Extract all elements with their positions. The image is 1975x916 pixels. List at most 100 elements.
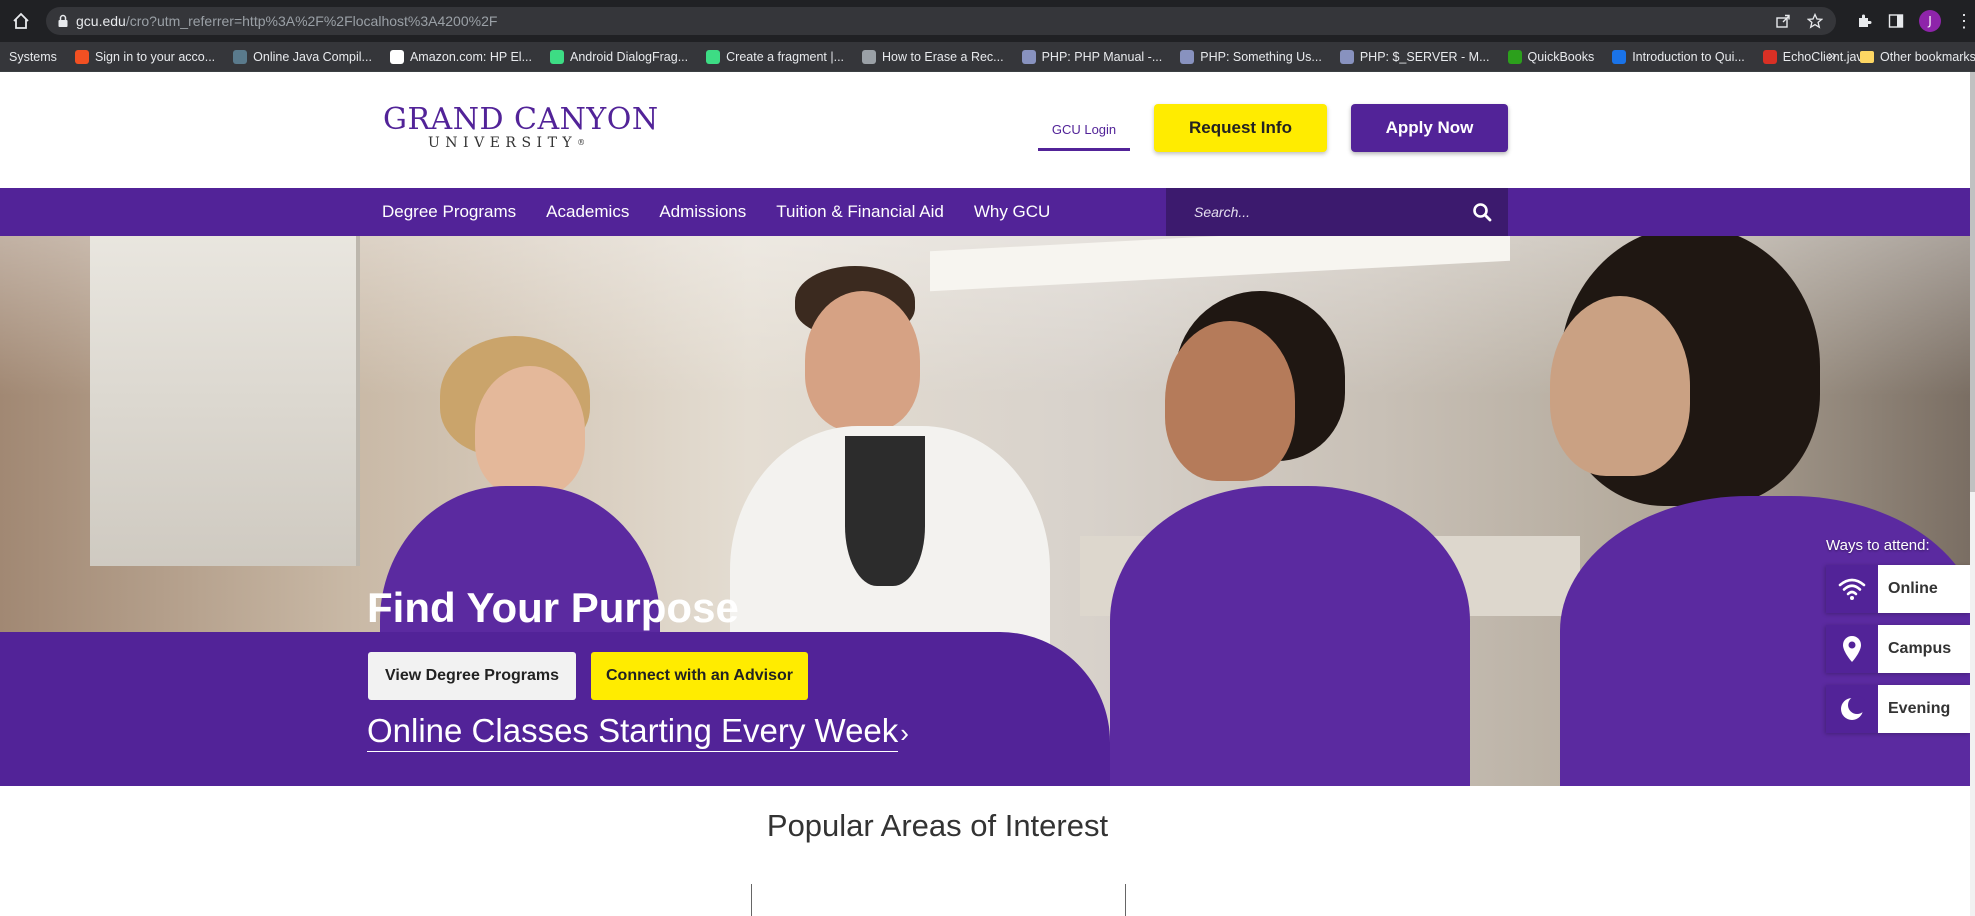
logo-university: UNIVERSITY — [428, 135, 578, 151]
home-icon[interactable] — [10, 10, 32, 32]
oracle-icon — [1762, 50, 1777, 64]
php-icon — [1180, 50, 1195, 64]
hero-person-face — [1165, 321, 1295, 481]
hero-banner: Find Your Purpose View Degree Programs C… — [0, 236, 1970, 786]
bookmark-label: Introduction to Qui... — [1632, 50, 1745, 64]
bookmark-item[interactable]: Sign in to your acco... — [66, 42, 224, 72]
nav-item[interactable]: Academics — [546, 202, 629, 222]
attend-online-label: Online — [1888, 580, 1938, 597]
globe-icon — [862, 50, 877, 64]
bookmark-item[interactable]: Create a fragment |... — [697, 42, 853, 72]
hero-person-face — [1550, 296, 1690, 476]
browser-toolbar: gcu.edu/cro?utm_referrer=http%3A%2F%2Flo… — [0, 0, 1975, 42]
other-bookmarks-label: Other bookmarks — [1880, 50, 1975, 64]
bookmark-item[interactable]: How to Erase a Rec... — [853, 42, 1013, 72]
share-icon[interactable] — [1774, 12, 1792, 30]
nav-item[interactable]: Why GCU — [974, 202, 1051, 222]
bookmark-item[interactable]: PHP: $_SERVER - M... — [1331, 42, 1499, 72]
bookmark-label: Android DialogFrag... — [570, 50, 689, 64]
amazon-icon — [389, 50, 404, 64]
bookmark-item[interactable]: Introduction to Qui... — [1603, 42, 1754, 72]
url-domain: gcu.edu — [76, 13, 126, 29]
logo-reg: ® — [577, 138, 586, 147]
side-panel-icon[interactable] — [1887, 12, 1905, 30]
bookmark-label: PHP: Something Us... — [1200, 50, 1322, 64]
bookmark-item[interactable]: Systems — [0, 42, 66, 72]
attend-campus-label: Campus — [1888, 640, 1952, 657]
menu-dots-icon[interactable]: ⋮ — [1955, 12, 1973, 30]
php-icon — [1339, 50, 1354, 64]
gcu-logo[interactable]: GRAND CANYON UNIVERSITY® — [383, 102, 659, 151]
search-icon[interactable] — [1472, 202, 1492, 222]
android-dev-icon — [550, 50, 564, 64]
extensions-icon[interactable] — [1855, 12, 1873, 30]
hero-person-face — [475, 366, 585, 496]
page: GRAND CANYON UNIVERSITY® GCU Login Reque… — [0, 72, 1975, 916]
request-info-button[interactable]: Request Info — [1154, 104, 1327, 152]
microsoft-icon — [74, 50, 89, 64]
gcu-login-link[interactable]: GCU Login — [1038, 117, 1130, 151]
logo-main-text: GRAND CANYON — [383, 102, 659, 137]
hero-title: Find Your Purpose — [367, 584, 739, 631]
search-box — [1166, 188, 1508, 236]
attend-online-button[interactable]: Online — [1826, 565, 1970, 613]
bookmark-label: EchoClient.java — [1782, 50, 1870, 64]
profile-avatar[interactable]: J — [1919, 10, 1941, 32]
attend-campus-button[interactable]: Campus — [1826, 625, 1970, 673]
url-path: /cro?utm_referrer=http%3A%2F%2Flocalhost… — [125, 13, 498, 29]
bookmark-item[interactable]: PHP: PHP Manual -... — [1013, 42, 1172, 72]
nav-item[interactable]: Degree Programs — [382, 202, 516, 222]
ways-to-attend-label: Ways to attend: — [1826, 537, 1930, 554]
android-icon — [706, 50, 721, 64]
section-divider — [1125, 884, 1126, 916]
bookmark-star-icon[interactable] — [1806, 12, 1824, 30]
bookmark-item[interactable]: Android DialogFrag... — [541, 42, 697, 72]
bookmark-item[interactable]: PHP: Something Us... — [1171, 42, 1331, 72]
bookmark-item[interactable]: Online Java Compil... — [224, 42, 381, 72]
bookmark-label: QuickBooks — [1527, 50, 1595, 64]
apply-now-button[interactable]: Apply Now — [1351, 104, 1508, 152]
quill-icon — [1612, 50, 1627, 64]
hero-person-face — [805, 291, 920, 431]
bookmark-label: Create a fragment |... — [726, 50, 845, 64]
bookmarks-overflow-icon[interactable]: » — [1828, 47, 1836, 64]
search-input[interactable] — [1194, 201, 1454, 223]
other-bookmarks[interactable]: Other bookmarks — [1860, 42, 1975, 72]
bookmark-label: Amazon.com: HP El... — [409, 50, 532, 64]
attend-evening-button[interactable]: Evening — [1826, 685, 1970, 733]
bookmark-item[interactable]: QuickBooks — [1499, 42, 1604, 72]
bookmarks-list: Systems Sign in to your acco... Online Jav… — [0, 42, 1879, 72]
hero-cabinet — [90, 236, 360, 566]
scrollbar-thumb[interactable] — [1970, 72, 1975, 492]
nav-item[interactable]: Admissions — [659, 202, 746, 222]
moon-icon — [1826, 685, 1878, 733]
logo-sub-text: UNIVERSITY® — [428, 136, 623, 150]
attend-evening-label: Evening — [1888, 700, 1951, 717]
page-scrollbar[interactable] — [1970, 72, 1975, 916]
bookmark-label: PHP: PHP Manual -... — [1041, 50, 1163, 64]
connect-advisor-button[interactable]: Connect with an Advisor — [591, 652, 808, 700]
lock-icon — [58, 14, 68, 27]
bookmark-item[interactable]: Amazon.com: HP El... — [381, 42, 541, 72]
bookmark-label: Online Java Compil... — [253, 50, 372, 64]
view-degree-programs-button[interactable]: View Degree Programs — [368, 652, 576, 700]
url-text: gcu.edu/cro?utm_referrer=http%3A%2F%2Flo… — [76, 13, 497, 29]
hero-person-shirt — [845, 436, 925, 586]
map-pin-icon — [1826, 625, 1878, 673]
bookmark-label: Sign in to your acco... — [94, 50, 216, 64]
quickbooks-icon — [1507, 50, 1522, 64]
address-bar[interactable]: gcu.edu/cro?utm_referrer=http%3A%2F%2Flo… — [46, 7, 1836, 35]
online-classes-text: Online Classes Starting Every Week — [367, 712, 899, 752]
main-nav: Degree Programs Academics Admissions Tuitio… — [0, 188, 1970, 236]
section-divider — [751, 884, 752, 916]
php-icon — [1021, 50, 1036, 64]
java-icon — [233, 50, 248, 64]
nav-item[interactable]: Tuition & Financial Aid — [776, 202, 944, 222]
bookmark-label: PHP: $_SERVER - M... — [1359, 50, 1490, 64]
chevron-right-icon: › — [900, 718, 909, 748]
wifi-icon — [1826, 565, 1878, 613]
bookmark-label: How to Erase a Rec... — [882, 50, 1004, 64]
online-classes-link[interactable]: Online Classes Starting Every Week› — [367, 712, 909, 752]
folder-icon — [1860, 51, 1874, 63]
popular-areas-heading: Popular Areas of Interest — [766, 808, 1109, 843]
